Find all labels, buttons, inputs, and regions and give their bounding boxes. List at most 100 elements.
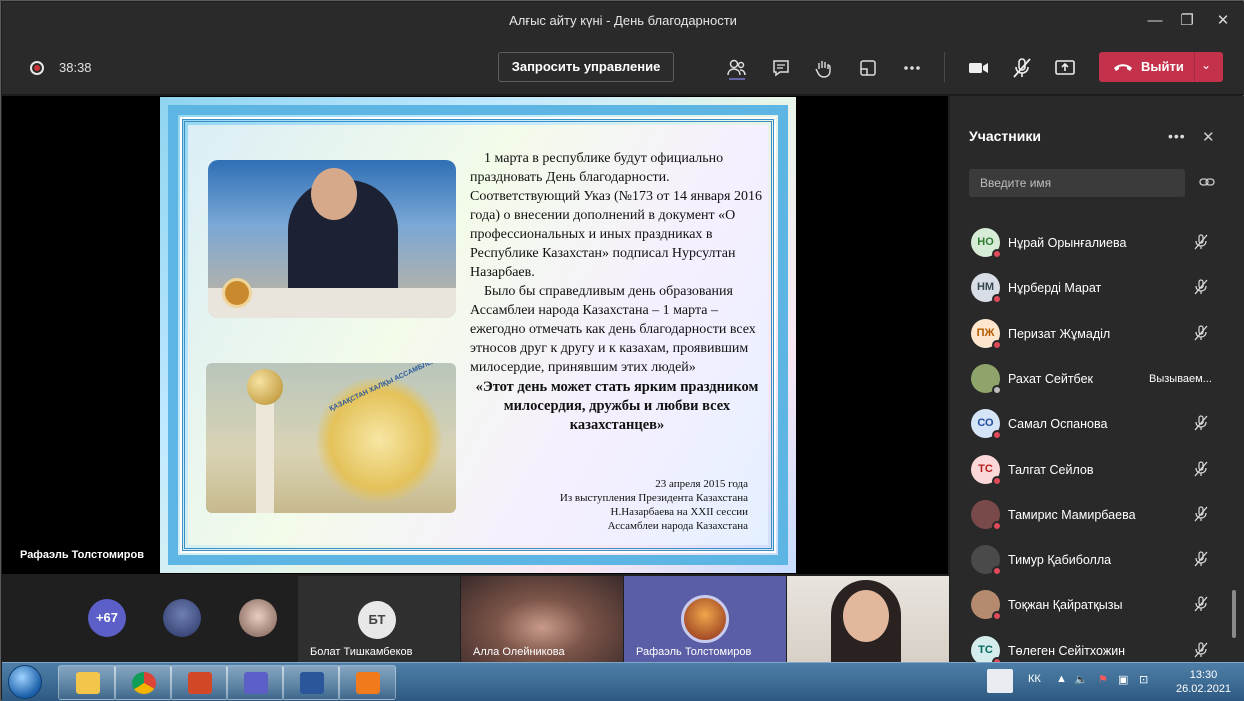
shared-content-stage: ҚАЗАҚСТАН ХАЛҚЫ АССАМБЛЕЯСЫ 1 марта в ре…: [2, 96, 948, 574]
participant-search-input[interactable]: [969, 169, 1185, 197]
participant-name: Тамирис Мамирбаева: [1008, 507, 1136, 522]
slide-text: 1 марта в республике будут официально пр…: [470, 149, 764, 435]
video-tile-student[interactable]: [787, 576, 949, 662]
slide-paragraph-2: Было бы справедливым день образования Ас…: [470, 284, 756, 375]
participant-name: Самал Оспанова: [1008, 417, 1108, 432]
video-tile-bolat[interactable]: БТ Болат Тишкамбеков: [298, 576, 460, 662]
powerpoint-icon: [188, 672, 212, 694]
participant-row[interactable]: НО Нұрай Орынғалиева: [950, 223, 1230, 263]
minimize-icon[interactable]: —: [1144, 10, 1166, 32]
taskbar-word[interactable]: [282, 665, 340, 700]
meeting-toolbar: 38:38 Запросить управление Выйти ⌄: [2, 40, 1244, 95]
start-button[interactable]: [8, 665, 42, 699]
share-invite-link-icon[interactable]: [1199, 175, 1215, 189]
avatar-initials: ТС: [978, 462, 993, 475]
participant-row[interactable]: НМ Нұрберді Марат: [950, 268, 1230, 308]
avatar-initials: ПЖ: [976, 326, 995, 339]
participant-row[interactable]: Тимур Қабиболла: [950, 540, 1230, 580]
power-icon[interactable]: ▣: [1118, 673, 1128, 686]
presence-dot: [992, 339, 1002, 350]
mic-off-icon[interactable]: [1008, 54, 1036, 82]
folder-icon: [76, 672, 100, 694]
presence-dot: [992, 475, 1002, 486]
participant-row[interactable]: ПЖ Перизат Жұмаділ: [950, 314, 1230, 354]
raise-hand-icon[interactable]: [810, 54, 838, 82]
presence-dot: [992, 249, 1002, 259]
share-screen-icon[interactable]: [1051, 54, 1079, 82]
request-control-button[interactable]: Запросить управление: [498, 52, 674, 82]
handwriting-icon[interactable]: [987, 669, 1013, 693]
presence-dot: [992, 520, 1002, 531]
clock-date: 26.02.2021: [1176, 683, 1232, 695]
close-panel-icon[interactable]: ✕: [1202, 128, 1215, 146]
mic-off-icon: [1192, 278, 1210, 301]
video-tile-alla[interactable]: Алла Олейникова: [461, 576, 623, 662]
photo-clock: [222, 278, 252, 308]
taskbar-media-player[interactable]: [338, 665, 396, 700]
participant-row[interactable]: Тоқжан Қайратқызы: [950, 585, 1230, 625]
avatar: [681, 595, 729, 643]
slide-caption: 23 апреля 2015 года Из выступления Прези…: [520, 477, 748, 533]
avatar-initials: НМ: [976, 281, 995, 294]
caption-line: 23 апреля 2015 года: [655, 478, 748, 490]
taskbar-chrome[interactable]: [114, 665, 172, 700]
presence-dot: [992, 384, 1002, 395]
participant-status: Вызываем...: [1149, 372, 1212, 385]
participant-row[interactable]: Тамирис Мамирбаева: [950, 495, 1230, 535]
chat-icon[interactable]: [767, 54, 795, 82]
presence-dot: [992, 430, 1002, 441]
language-indicator[interactable]: КК: [1028, 673, 1041, 685]
tile-name: Рафаэль Толстомиров: [636, 646, 752, 658]
participant-row[interactable]: СО Самал Оспанова: [950, 404, 1230, 444]
show-hidden-icons-icon[interactable]: ▲: [1056, 673, 1067, 685]
assembly-emblem: [316, 377, 442, 503]
video-tile-rafael[interactable]: Рафаэль Толстомиров: [624, 576, 786, 662]
taskbar-powerpoint[interactable]: [170, 665, 228, 700]
breakout-rooms-icon[interactable]: [854, 54, 882, 82]
panel-scrollbar[interactable]: [1232, 590, 1236, 638]
caption-line: Ассамблеи народа Казахстана: [607, 520, 748, 532]
more-actions-icon[interactable]: [898, 54, 926, 82]
avatar: БТ: [358, 601, 396, 639]
mic-off-icon: [1192, 324, 1210, 347]
avatar: НО: [971, 228, 1002, 259]
participant-thumbnail[interactable]: [239, 599, 277, 637]
maximize-icon[interactable]: ❐: [1176, 10, 1198, 32]
participant-row[interactable]: Рахат Сейтбек Вызываем...: [950, 359, 1230, 399]
network-icon[interactable]: ⊡: [1139, 673, 1148, 686]
participant-thumbnail[interactable]: [163, 599, 201, 637]
avatar: СО: [971, 409, 1002, 441]
overflow-participants-count[interactable]: +67: [88, 599, 126, 637]
avatar: [971, 545, 1002, 577]
participant-name: Нұрберді Марат: [1008, 281, 1102, 296]
taskbar-clock[interactable]: 13:30 26.02.2021: [1176, 668, 1231, 696]
taskbar-explorer[interactable]: [58, 665, 116, 700]
volume-icon[interactable]: 🔈: [1074, 673, 1088, 686]
chrome-icon: [132, 672, 156, 694]
hangup-icon: [1114, 64, 1132, 71]
taskbar-teams[interactable]: [226, 665, 284, 700]
mic-off-icon: [1192, 414, 1210, 437]
teams-icon: [244, 672, 268, 694]
slide-paragraph-1: 1 марта в республике будут официально пр…: [470, 151, 762, 280]
avatar: [971, 363, 1002, 395]
avatar: ТС: [971, 635, 1002, 667]
close-window-icon[interactable]: ✕: [1212, 10, 1234, 32]
participants-icon[interactable]: [723, 54, 751, 82]
avatar: ТС: [971, 454, 1002, 486]
photo-tower-ball: [247, 369, 283, 405]
participant-row[interactable]: ТС Талгат Сейлов: [950, 450, 1230, 490]
tile-name: Болат Тишкамбеков: [310, 646, 413, 658]
windows-taskbar: КК ▲ 🔈 ⚑ ▣ ⊡ 13:30 26.02.2021: [2, 662, 1244, 701]
caption-line: Н.Назарбаева на XXII сессии: [610, 506, 748, 518]
presence-dot: [992, 611, 1002, 622]
video-strip: +67 БТ Болат Тишкамбеков Алла Олейникова…: [2, 574, 949, 662]
action-center-flag-icon[interactable]: ⚑: [1098, 673, 1108, 686]
leave-button[interactable]: Выйти ⌄: [1099, 52, 1223, 82]
avatar-initials: ТС: [978, 643, 993, 656]
participant-name: Рахат Сейтбек: [1008, 371, 1093, 386]
president-signing-photo: [208, 160, 456, 318]
panel-more-icon[interactable]: •••: [1168, 128, 1186, 144]
chevron-down-icon[interactable]: ⌄: [1201, 58, 1211, 72]
camera-icon[interactable]: [964, 54, 992, 82]
